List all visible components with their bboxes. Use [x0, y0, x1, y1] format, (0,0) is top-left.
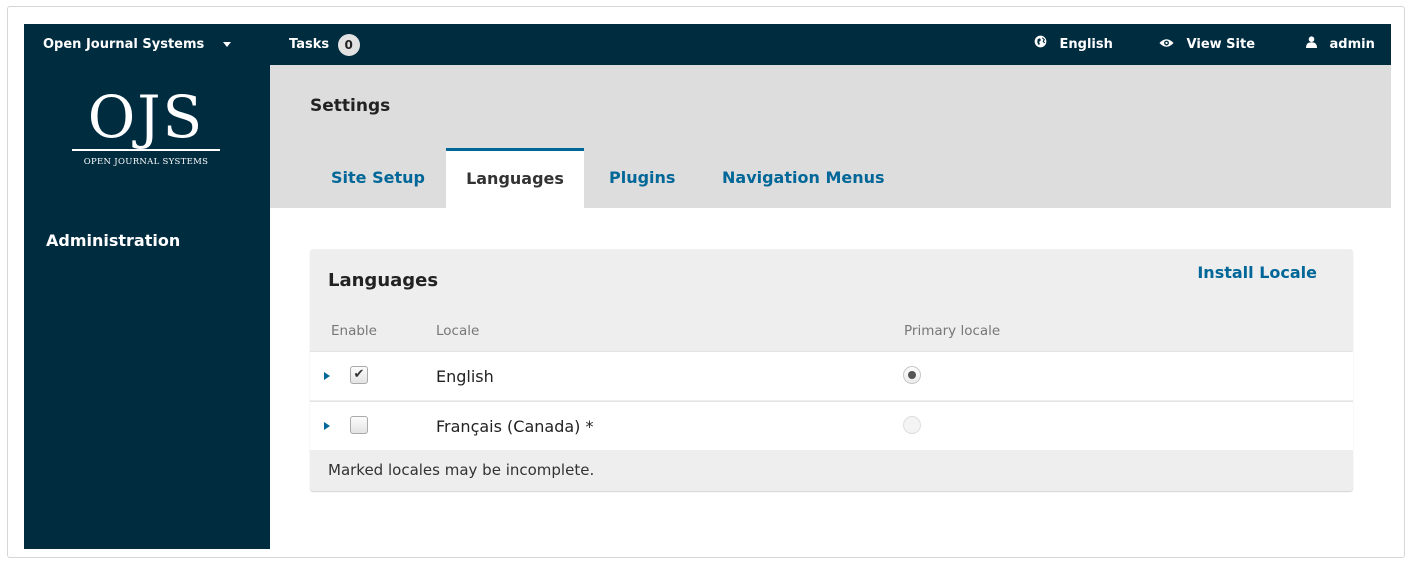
column-header-primary-locale: Primary locale	[904, 323, 1001, 339]
user-icon	[1306, 24, 1317, 65]
eye-icon	[1159, 24, 1174, 65]
language-switcher[interactable]: English	[1034, 24, 1113, 65]
tasks-label: Tasks	[289, 37, 330, 52]
page-header: Settings Site Setup Languages Plugins Na…	[270, 65, 1391, 208]
primary-locale-radio	[903, 416, 921, 434]
view-site-link[interactable]: View Site	[1159, 24, 1255, 65]
context-switcher[interactable]: Open Journal Systems	[43, 24, 231, 65]
tab-languages[interactable]: Languages	[446, 148, 584, 208]
enable-checkbox[interactable]: ✔	[350, 366, 368, 384]
page-title: Settings	[310, 96, 391, 116]
table-row: ✔ English	[310, 351, 1353, 400]
globe-icon	[1034, 24, 1047, 65]
sidebar: OJS OPEN JOURNAL SYSTEMS Administration	[24, 65, 270, 549]
context-label: Open Journal Systems	[43, 37, 205, 52]
expand-triangle-icon[interactable]	[324, 372, 330, 380]
expand-triangle-icon[interactable]	[324, 422, 330, 430]
top-navigation-bar: Open Journal Systems Tasks 0 English Vie…	[24, 24, 1391, 65]
locale-name: Français (Canada) *	[436, 417, 594, 436]
panel-title: Languages	[328, 270, 439, 291]
user-menu[interactable]: admin	[1306, 24, 1375, 65]
caret-down-icon	[222, 42, 231, 47]
language-label: English	[1059, 37, 1113, 52]
enable-checkbox[interactable]	[350, 416, 368, 434]
logo-subtitle: OPEN JOURNAL SYSTEMS	[83, 157, 209, 167]
tab-navigation-menus[interactable]: Navigation Menus	[702, 148, 905, 208]
tab-plugins[interactable]: Plugins	[589, 148, 695, 208]
primary-locale-radio[interactable]	[903, 366, 921, 384]
incomplete-locales-note: Marked locales may be incomplete.	[328, 461, 595, 479]
ojs-logo[interactable]: OJS OPEN JOURNAL SYSTEMS	[66, 87, 226, 167]
sidebar-item-administration[interactable]: Administration	[46, 231, 180, 250]
column-header-locale: Locale	[436, 323, 480, 339]
checkmark-icon: ✔	[353, 367, 365, 382]
locale-name: English	[436, 367, 494, 386]
tasks-count-badge: 0	[337, 33, 360, 56]
view-site-label: View Site	[1186, 37, 1256, 52]
tab-site-setup[interactable]: Site Setup	[311, 148, 445, 208]
languages-grid-panel: Languages Install Locale Enable Locale P…	[310, 249, 1353, 491]
table-row: Français (Canada) *	[310, 401, 1353, 450]
install-locale-link[interactable]: Install Locale	[1197, 263, 1317, 282]
user-label: admin	[1329, 37, 1375, 52]
logo-mark: OJS	[87, 83, 205, 151]
tasks-button[interactable]: Tasks 0	[289, 24, 360, 65]
column-header-enable: Enable	[331, 323, 377, 339]
